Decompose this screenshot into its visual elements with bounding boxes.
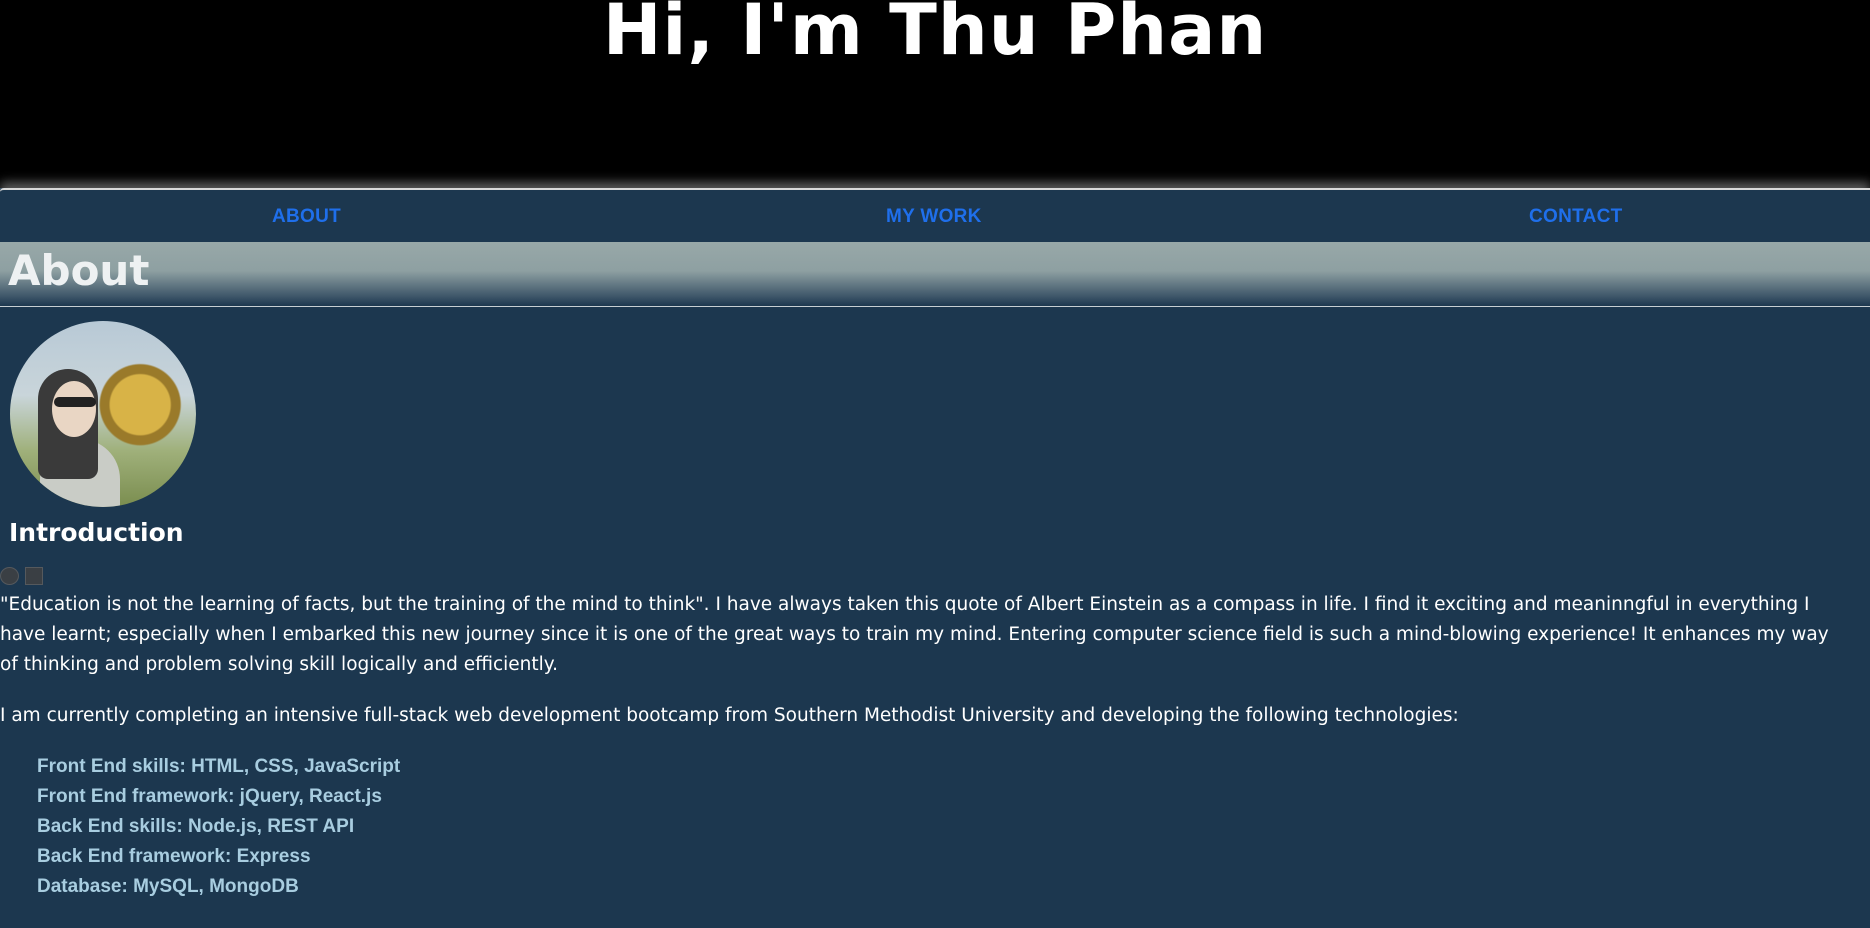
skill-item: Database: MySQL, MongoDB (37, 876, 299, 897)
skills-list: Front End skills: HTML, CSS, JavaScript … (37, 752, 400, 902)
skill-item: Front End skills: HTML, CSS, JavaScript (37, 756, 401, 777)
skill-item: Back End skills: Node.js, REST API (37, 816, 355, 837)
introduction-heading: Introduction (9, 518, 184, 547)
skill-item: Back End framework: Express (37, 846, 311, 867)
page-header: Hi, I'm Thu Phan (0, 0, 1870, 188)
avatar-face-shape (52, 381, 96, 437)
nav-link-about[interactable]: ABOUT (272, 206, 341, 228)
main-nav: ABOUT MY WORK CONTACT (0, 188, 1870, 243)
avatar-glasses-shape (54, 397, 96, 407)
page-title: Hi, I'm Thu Phan (602, 0, 1268, 71)
broken-image-icon (25, 567, 43, 585)
profile-avatar (10, 321, 196, 507)
nav-link-contact[interactable]: CONTACT (1529, 206, 1623, 228)
bootcamp-paragraph: I am currently completing an intensive f… (0, 705, 1459, 726)
about-section-title: About (8, 246, 150, 295)
broken-image-icon (0, 567, 19, 585)
intro-paragraph: "Education is not the learning of facts,… (0, 594, 1829, 675)
about-section-header: About (0, 242, 1870, 307)
skill-item: Front End framework: jQuery, React.js (37, 786, 382, 807)
broken-image-icons (0, 567, 49, 585)
nav-link-my-work[interactable]: MY WORK (886, 206, 982, 228)
